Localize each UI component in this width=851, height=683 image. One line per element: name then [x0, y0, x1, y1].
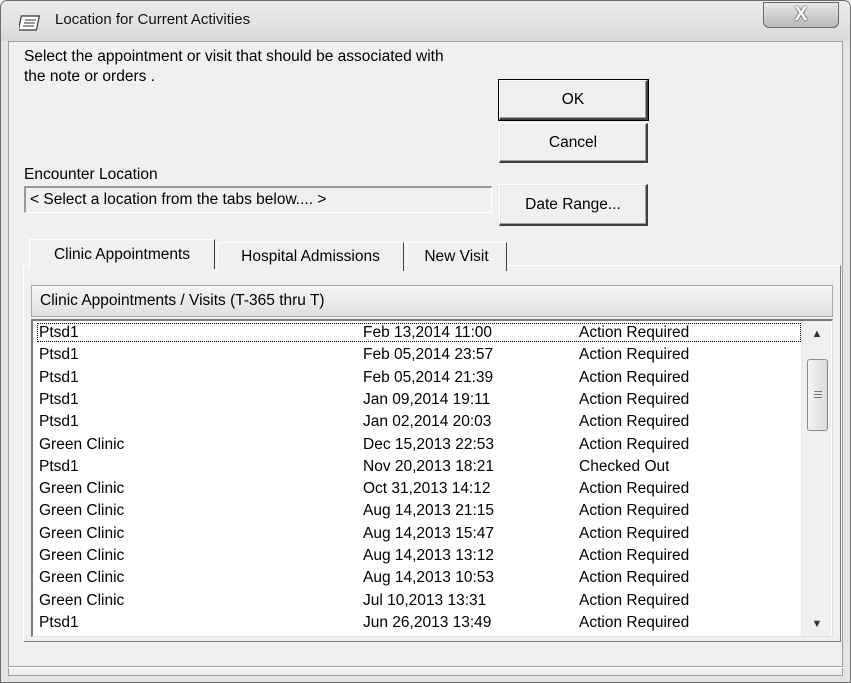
tab-clinic-appointments[interactable]: Clinic Appointments	[29, 239, 215, 269]
title-bar[interactable]: Location for Current Activities X	[1, 1, 850, 41]
scroll-up-icon[interactable]: ▲	[802, 321, 832, 347]
row-location: Ptsd1	[39, 390, 79, 408]
close-button[interactable]: X	[763, 2, 839, 28]
dialog-window: Location for Current Activities X Select…	[0, 0, 851, 683]
row-location: Ptsd1	[39, 613, 79, 631]
row-datetime: Jun 26,2013 13:49	[363, 613, 492, 631]
list-item[interactable]: Ptsd1 Jan 09,2014 19:11 Action Required	[37, 390, 801, 409]
close-icon: X	[794, 4, 808, 25]
date-range-button[interactable]: Date Range...	[499, 184, 648, 226]
row-status: Checked Out	[579, 457, 670, 475]
row-datetime: Feb 13,2014 11:00	[363, 324, 492, 341]
row-location: Ptsd1	[39, 324, 79, 341]
list-item[interactable]: Green Clinic Aug 14,2013 10:53 Action Requ…	[37, 568, 801, 587]
row-datetime: Aug 14,2013 10:53	[363, 569, 495, 587]
list-item[interactable]: Green Clinic Aug 14,2013 15:47 Action Requ…	[37, 524, 801, 543]
row-datetime: Jan 02,2014 20:03	[363, 413, 492, 431]
list-item[interactable]: Green Clinic Aug 14,2013 13:12 Action Requ…	[37, 546, 801, 565]
row-location: Ptsd1	[39, 368, 79, 386]
row-location: Green Clinic	[39, 524, 125, 542]
list-item[interactable]: Ptsd1 Feb 05,2014 21:39 Action Required	[37, 368, 801, 387]
row-status: Action Required	[579, 547, 690, 564]
tab-hospital-admissions[interactable]: Hospital Admissions	[217, 242, 404, 271]
bottom-divider	[8, 666, 843, 668]
ok-button[interactable]: OK	[498, 79, 649, 121]
row-datetime: Feb 05,2014 21:39	[363, 368, 494, 386]
list-item[interactable]: Green Clinic Oct 31,2013 14:12 Action Requ…	[37, 479, 801, 498]
row-datetime: Oct 31,2013 14:12	[363, 480, 491, 498]
encounter-location-field: < Select a location from the tabs below.…	[24, 186, 492, 213]
row-datetime: Jul 10,2013 13:31	[363, 591, 487, 609]
instruction-text: Select the appointment or visit that sho…	[24, 48, 444, 85]
row-datetime: Nov 20,2013 18:21	[363, 457, 494, 475]
row-status: Action Required	[579, 524, 690, 542]
list-item[interactable]: Ptsd1 Jan 02,2014 20:03 Action Required	[37, 412, 801, 431]
row-location: Green Clinic	[39, 435, 125, 453]
row-status: Action Required	[579, 368, 690, 386]
row-status: Action Required	[579, 324, 690, 341]
encounter-location-label: Encounter Location	[24, 166, 158, 183]
row-datetime: Aug 14,2013 15:47	[363, 524, 495, 542]
row-status: Action Required	[579, 390, 690, 408]
list-item[interactable]: Ptsd1 Feb 05,2014 23:57 Action Required	[37, 345, 801, 364]
scroll-thumb[interactable]	[807, 359, 828, 431]
row-status: Action Required	[579, 569, 690, 587]
window-title: Location for Current Activities	[55, 11, 251, 28]
row-location: Green Clinic	[39, 547, 125, 564]
row-location: Green Clinic	[39, 591, 125, 609]
row-status: Action Required	[579, 435, 690, 453]
row-datetime: Aug 14,2013 13:12	[363, 547, 495, 564]
row-location: Ptsd1	[39, 346, 79, 364]
row-location: Ptsd1	[39, 413, 79, 431]
list-item[interactable]: Green Clinic Aug 14,2013 21:15 Action Requ…	[37, 501, 801, 520]
row-status: Action Required	[579, 502, 690, 520]
tab-new-visit[interactable]: New Visit	[406, 242, 507, 271]
cancel-button[interactable]: Cancel	[499, 123, 648, 163]
scroll-down-icon[interactable]: ▼	[802, 611, 832, 636]
vertical-scrollbar[interactable]: ▲ ▼	[801, 321, 832, 636]
row-datetime: Feb 05,2014 23:57	[363, 346, 494, 364]
row-status: Action Required	[579, 413, 690, 431]
notebook-icon	[19, 15, 41, 31]
list-item[interactable]: Green Clinic Dec 15,2013 22:53 Action Requ…	[37, 435, 801, 454]
row-location: Ptsd1	[39, 457, 79, 475]
row-location: Green Clinic	[39, 480, 125, 498]
list-item[interactable]: Green Clinic Jul 10,2013 13:31 Action Requ…	[37, 591, 801, 610]
row-status: Action Required	[579, 591, 690, 609]
row-status: Action Required	[579, 480, 690, 498]
list-item[interactable]: Ptsd1 Jun 26,2013 13:49 Action Required	[37, 613, 801, 632]
row-location: Green Clinic	[39, 569, 125, 587]
row-datetime: Jan 09,2014 19:11	[363, 390, 491, 408]
list-item[interactable]: Ptsd1 Feb 13,2014 11:00 Action Required	[37, 323, 801, 342]
row-location: Green Clinic	[39, 502, 125, 520]
list-header: Clinic Appointments / Visits (T-365 thru…	[31, 285, 833, 317]
list-item[interactable]: Ptsd1 Nov 20,2013 18:21 Checked Out	[37, 457, 801, 476]
grip-icon	[813, 391, 822, 399]
row-datetime: Dec 15,2013 22:53	[363, 435, 494, 453]
row-status: Action Required	[579, 613, 690, 631]
appointments-list[interactable]: Ptsd1 Feb 13,2014 11:00 Action Required Pts…	[31, 319, 833, 637]
row-status: Action Required	[579, 346, 690, 364]
row-datetime: Aug 14,2013 21:15	[363, 502, 495, 520]
